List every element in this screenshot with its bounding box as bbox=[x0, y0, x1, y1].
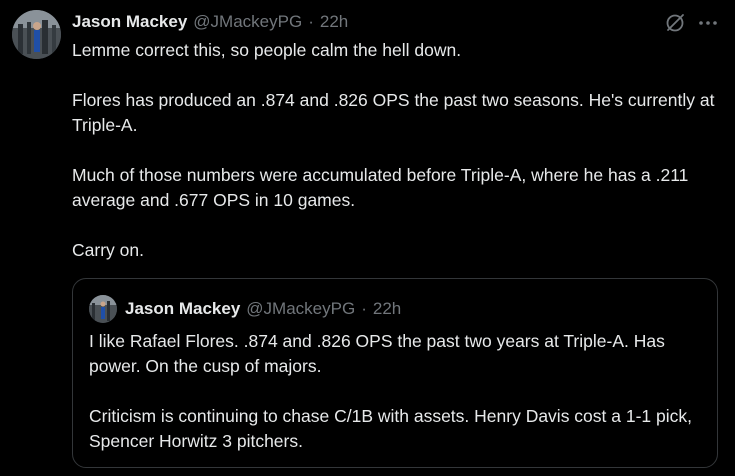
tweet-text: Lemme correct this, so people calm the h… bbox=[72, 38, 722, 263]
tweet-paragraph: Lemme correct this, so people calm the h… bbox=[72, 40, 462, 60]
tweet-header: Jason Mackey @JMackeyPG · 22h bbox=[72, 10, 348, 34]
tweet-paragraph: Carry on. bbox=[72, 240, 144, 260]
tweet-paragraph: Much of those numbers were accumulated b… bbox=[72, 165, 689, 210]
timestamp[interactable]: 22h bbox=[320, 12, 348, 32]
quoted-tweet-paragraph: I like Rafael Flores. .874 and .826 OPS … bbox=[89, 331, 665, 376]
tweet-paragraph: Flores has produced an .874 and .826 OPS… bbox=[72, 90, 715, 135]
quoted-tweet-text: I like Rafael Flores. .874 and .826 OPS … bbox=[89, 329, 709, 454]
quoted-tweet[interactable]: Jason Mackey @JMackeyPG · 22h I like Raf… bbox=[72, 278, 718, 468]
separator-dot: · bbox=[308, 12, 314, 31]
quoted-tweet-header: Jason Mackey @JMackeyPG · 22h bbox=[125, 297, 401, 321]
quoted-timestamp: 22h bbox=[372, 299, 402, 318]
author-avatar[interactable] bbox=[12, 10, 61, 59]
author-handle[interactable]: @JMackeyPG bbox=[193, 12, 302, 32]
grok-icon[interactable] bbox=[664, 12, 686, 34]
quoted-author-avatar bbox=[89, 295, 117, 323]
quoted-author-name: Jason Mackey bbox=[125, 299, 241, 318]
tweet[interactable]: Jason Mackey @JMackeyPG · 22h Lemme corr… bbox=[0, 0, 735, 476]
more-options-icon[interactable] bbox=[697, 12, 719, 34]
quoted-tweet-paragraph: Criticism is continuing to chase C/1B wi… bbox=[89, 406, 692, 451]
quoted-author-handle: @JMackeyPG bbox=[246, 299, 356, 318]
author-name[interactable]: Jason Mackey bbox=[72, 12, 187, 32]
separator-dot: · bbox=[361, 299, 367, 318]
